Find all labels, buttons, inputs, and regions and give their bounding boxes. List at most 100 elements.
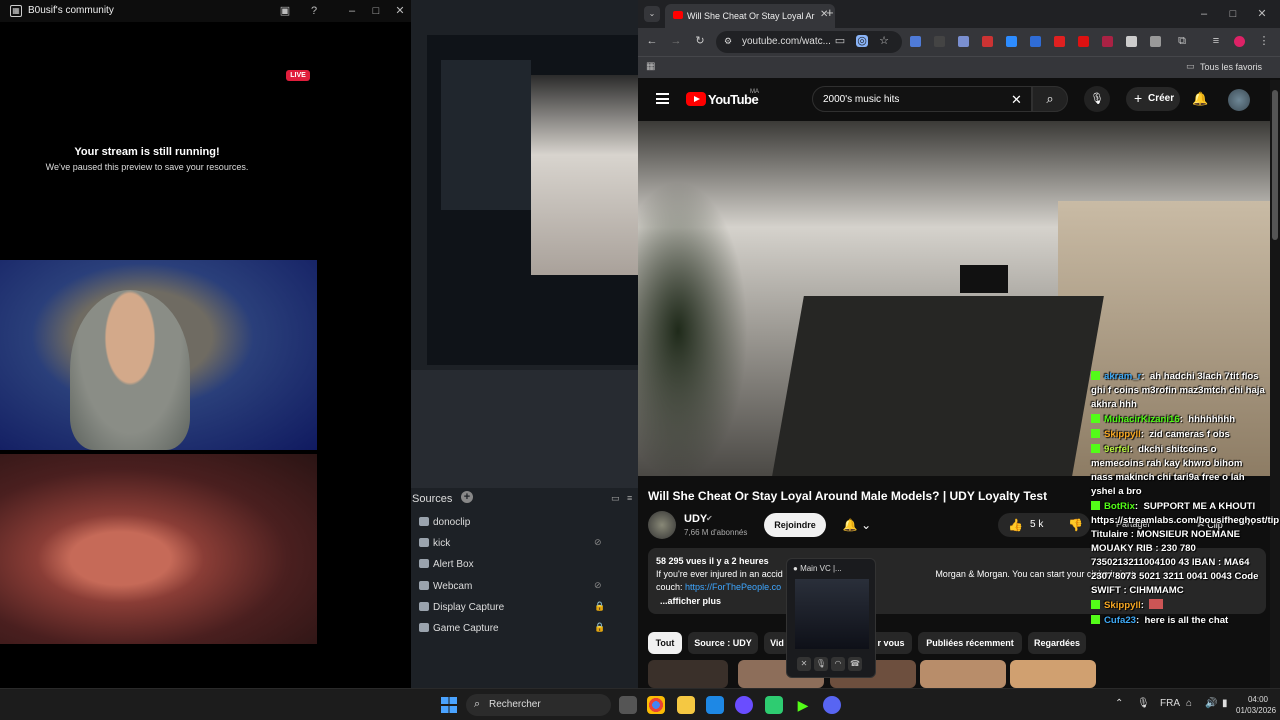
reload-icon[interactable]: ↻ xyxy=(694,35,706,47)
discord-preview-popup[interactable]: ● Main VC |... ✕ 🎙 ◠ ☎ xyxy=(786,558,876,678)
video-thumbnail[interactable] xyxy=(648,660,728,688)
extension-icon[interactable] xyxy=(1054,36,1065,47)
extension-icon[interactable] xyxy=(1126,36,1137,47)
lens-icon[interactable]: ◎ xyxy=(856,35,868,47)
extension-icon[interactable] xyxy=(1006,36,1017,47)
source-item[interactable]: Alert Box xyxy=(411,554,638,575)
tab-search-icon[interactable]: ⌄ xyxy=(644,6,660,22)
search-input[interactable]: 2000's music hits ✕ xyxy=(812,86,1032,112)
system-clock[interactable]: 04:00 01/03/2026 xyxy=(1236,694,1276,716)
source-menu-icon[interactable]: ≡ xyxy=(627,493,632,503)
voice-search-icon[interactable]: 🎙 xyxy=(1084,86,1110,112)
chip-for-you[interactable]: r vous xyxy=(870,632,912,654)
obs-app-icon[interactable] xyxy=(735,696,753,714)
profile-icon[interactable] xyxy=(1234,36,1245,47)
network-icon[interactable]: ⌂ xyxy=(1186,698,1192,709)
source-item[interactable]: kick ⊘ xyxy=(411,533,638,554)
join-button[interactable]: Rejoindre xyxy=(764,513,826,537)
clear-search-icon[interactable]: ✕ xyxy=(1011,92,1022,108)
mute-icon[interactable]: ✕ xyxy=(797,657,811,671)
site-info-icon[interactable]: ⚙ xyxy=(724,36,732,47)
edge-app-icon[interactable] xyxy=(706,696,724,714)
chrome-app-icon[interactable] xyxy=(647,696,665,714)
mic-icon[interactable]: 🎙 xyxy=(814,657,828,671)
extension-icon[interactable] xyxy=(1102,36,1113,47)
extension-icon[interactable] xyxy=(958,36,969,47)
bookmark-star-icon[interactable]: ☆ xyxy=(878,35,890,47)
extensions-puzzle-icon[interactable]: ⧉ xyxy=(1176,35,1188,47)
headset-icon[interactable]: ◠ xyxy=(831,657,845,671)
extension-icon[interactable] xyxy=(910,36,921,47)
chip-source[interactable]: Source : UDY xyxy=(688,632,758,654)
source-settings-icon[interactable]: ▭ xyxy=(611,493,620,504)
task-view-icon[interactable] xyxy=(619,696,637,714)
video-thumbnail[interactable] xyxy=(1010,660,1096,688)
back-icon[interactable]: ← xyxy=(646,35,658,47)
subscription-bell-icon[interactable]: 🔔 ⌄ xyxy=(836,513,878,537)
source-item[interactable]: Webcam ⊘ xyxy=(411,576,638,597)
lock-icon[interactable]: 🔒 xyxy=(594,601,605,612)
close-button[interactable]: ✕ xyxy=(392,3,408,19)
kick-app-icon[interactable]: ▶ xyxy=(794,696,812,714)
dislike-icon[interactable]: 👎 xyxy=(1068,518,1083,532)
show-more-link[interactable]: ...afficher plus xyxy=(660,596,721,606)
hidden-eye-icon[interactable]: ⊘ xyxy=(594,537,602,548)
hidden-eye-icon[interactable]: ⊘ xyxy=(594,580,602,591)
tray-mic-icon[interactable]: 🎙 xyxy=(1137,698,1150,709)
source-item[interactable]: donoclip xyxy=(411,512,638,533)
minimize-button[interactable]: – xyxy=(1196,6,1212,22)
discord-app-icon[interactable] xyxy=(823,696,841,714)
menu-icon[interactable] xyxy=(656,93,669,104)
maximize-button[interactable]: □ xyxy=(1225,6,1241,22)
streaming-app-icon[interactable] xyxy=(765,696,783,714)
extension-icon[interactable] xyxy=(934,36,945,47)
channel-name[interactable]: UDY xyxy=(684,513,707,525)
close-button[interactable]: ✕ xyxy=(1254,6,1270,22)
like-icon[interactable]: 👍 xyxy=(1008,518,1023,532)
tray-overflow-icon[interactable]: ⌃ xyxy=(1115,698,1123,709)
battery-icon[interactable]: ▮ xyxy=(1222,698,1228,709)
lock-icon[interactable]: 🔒 xyxy=(594,622,605,633)
extension-icon[interactable] xyxy=(1150,36,1161,47)
reading-list-icon[interactable]: ≡ xyxy=(1210,35,1222,47)
new-tab-button[interactable]: + xyxy=(826,5,834,20)
maximize-button[interactable]: □ xyxy=(368,3,384,19)
scrollbar-thumb[interactable] xyxy=(1272,90,1278,240)
channel-avatar[interactable] xyxy=(648,511,676,539)
source-item[interactable]: Game Capture 🔒 xyxy=(411,618,638,639)
help-icon[interactable]: ? xyxy=(306,3,322,19)
video-thumbnail[interactable] xyxy=(920,660,1006,688)
create-button[interactable]: + Créer xyxy=(1126,87,1180,111)
extension-icon[interactable] xyxy=(1078,36,1089,47)
disconnect-icon[interactable]: ☎ xyxy=(848,657,862,671)
volume-icon[interactable]: 🔊 xyxy=(1205,698,1217,709)
file-explorer-icon[interactable] xyxy=(677,696,695,714)
taskbar-search[interactable]: ⌕ Rechercher xyxy=(466,694,611,716)
minimize-button[interactable]: – xyxy=(344,3,360,19)
extension-icon[interactable] xyxy=(982,36,993,47)
paused-subtitle: We've paused this preview to save your r… xyxy=(45,162,249,172)
source-item[interactable]: Display Capture 🔒 xyxy=(411,597,638,618)
chip-recent[interactable]: Publiées récemment xyxy=(918,632,1022,654)
chip-watched[interactable]: Regardées xyxy=(1028,632,1086,654)
apps-grid-icon[interactable]: ▦ xyxy=(646,61,655,72)
cast-icon[interactable]: ▭ xyxy=(834,35,846,47)
chip-all[interactable]: Tout xyxy=(648,632,682,654)
popup-thumbnail[interactable] xyxy=(795,579,869,649)
address-bar[interactable]: ⚙ youtube.com/watc... xyxy=(716,31,902,53)
all-bookmarks-link[interactable]: Tous les favoris xyxy=(1200,62,1262,72)
windows-start-icon[interactable] xyxy=(441,697,457,713)
youtube-logo-icon[interactable] xyxy=(686,92,706,106)
account-avatar[interactable] xyxy=(1228,89,1250,111)
page-scrollbar[interactable] xyxy=(1270,80,1280,688)
language-indicator[interactable]: FRA xyxy=(1160,698,1180,709)
forward-icon[interactable]: → xyxy=(670,35,682,47)
tab-youtube[interactable]: Will She Cheat Or Stay Loyal Ar ✕ xyxy=(665,4,835,28)
notifications-bell-icon[interactable]: 🔔 xyxy=(1192,91,1208,107)
screen-share-icon[interactable]: ▣ xyxy=(277,3,293,19)
extension-icon[interactable] xyxy=(1030,36,1041,47)
search-button[interactable]: ⌕ xyxy=(1032,86,1068,112)
description-link[interactable]: https://ForThePeople.co xyxy=(685,582,781,592)
chrome-menu-icon[interactable]: ⋮ xyxy=(1258,35,1270,47)
add-source-button[interactable]: + xyxy=(461,491,473,503)
